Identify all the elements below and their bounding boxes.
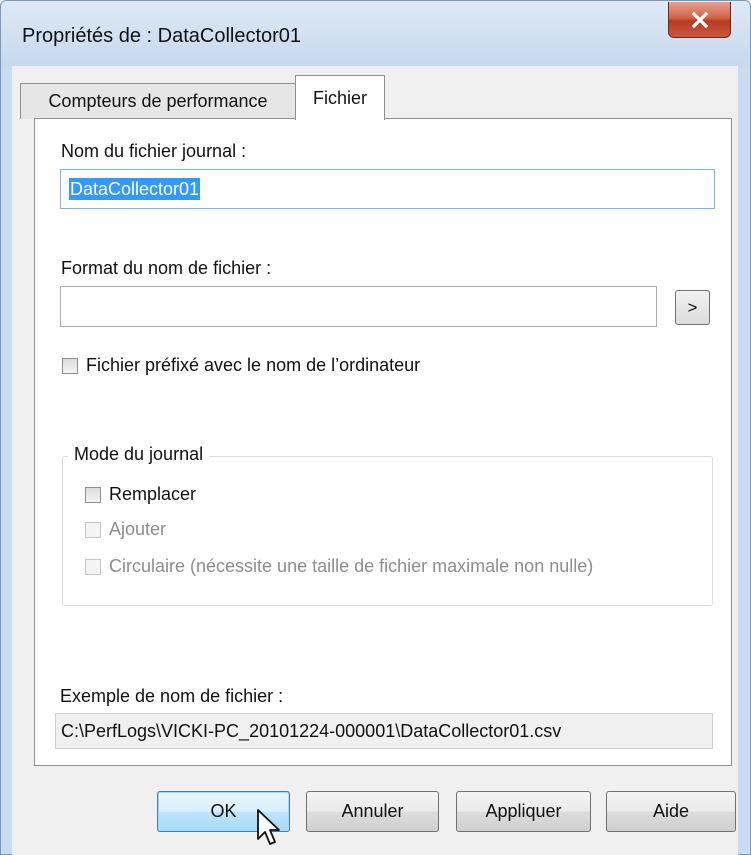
format-input[interactable] xyxy=(60,286,657,327)
circular-checkbox[interactable] xyxy=(85,559,101,575)
window-title: Propriétés de : DataCollector01 xyxy=(22,25,302,47)
close-button[interactable] xyxy=(668,2,731,38)
log-name-value: DataCollector01 xyxy=(69,178,201,200)
apply-button[interactable]: Appliquer xyxy=(456,791,591,832)
title-bar: Propriétés de : DataCollector01 xyxy=(1,1,750,67)
prefix-checkbox-label[interactable]: Fichier préfixé avec le nom de l’ordinat… xyxy=(86,355,420,376)
help-button[interactable]: Aide xyxy=(606,791,736,832)
tab-panel-file xyxy=(34,118,732,766)
mouse-cursor-icon xyxy=(256,808,282,853)
circular-checkbox-label[interactable]: Circulaire (nécessite une taille de fich… xyxy=(109,556,593,577)
log-name-input[interactable]: DataCollector01 xyxy=(60,169,715,209)
tab-file[interactable]: Fichier xyxy=(295,75,385,120)
format-browse-button[interactable]: > xyxy=(675,290,710,325)
prefix-checkbox[interactable] xyxy=(62,358,78,374)
overwrite-checkbox-label[interactable]: Remplacer xyxy=(109,484,196,505)
log-name-label: Nom du fichier journal : xyxy=(61,141,247,161)
cancel-button[interactable]: Annuler xyxy=(306,791,439,832)
append-checkbox[interactable] xyxy=(85,522,101,538)
example-label: Exemple de nom de fichier : xyxy=(60,686,284,706)
tab-performance-counters[interactable]: Compteurs de performance xyxy=(20,83,296,119)
close-icon xyxy=(691,11,709,28)
append-checkbox-label[interactable]: Ajouter xyxy=(109,519,166,540)
log-mode-legend: Mode du journal xyxy=(68,444,210,465)
example-filename: C:\PerfLogs\VICKI-PC_20101224-000001\Dat… xyxy=(55,713,713,749)
overwrite-checkbox[interactable] xyxy=(85,487,101,503)
format-label: Format du nom de fichier : xyxy=(61,258,272,278)
